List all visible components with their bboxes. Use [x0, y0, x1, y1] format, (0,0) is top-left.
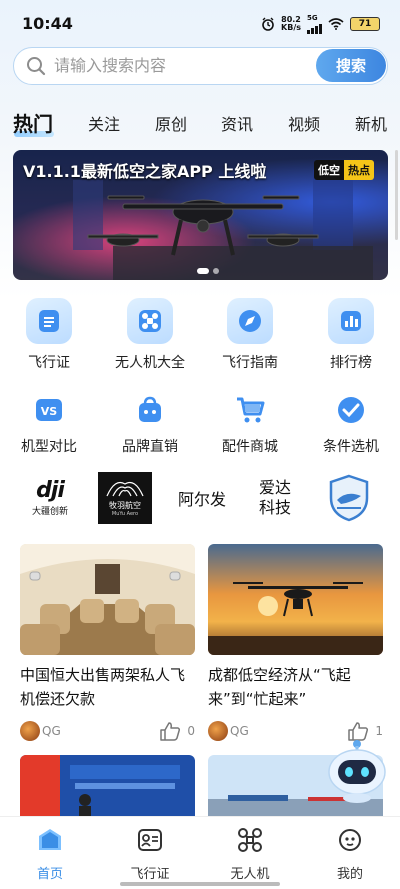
feature-label: 配件商城: [222, 439, 278, 455]
drone-nav-icon: [238, 828, 262, 852]
status-bar: 10:44 80.2 KB/s 5G 71: [0, 0, 400, 44]
status-time: 10:44: [22, 14, 73, 33]
category-tabs: 热门 关注 原创 资讯 视频 新机: [0, 108, 400, 138]
check-filter-icon: [333, 392, 369, 428]
article-card[interactable]: 成都低空经济从“飞起来”到“忙起来” QG 1: [208, 544, 383, 743]
brand-shield-logo[interactable]: [325, 472, 373, 524]
brand-muyu-logo[interactable]: 牧羽航空 MuYu Aero: [98, 472, 152, 524]
cell-signal: 5G: [307, 14, 322, 34]
nav-label: 首页: [36, 867, 63, 882]
feature-filter-select[interactable]: 条件选机: [306, 392, 396, 456]
article-card-partial[interactable]: [20, 755, 195, 817]
muyu-wing-icon: [106, 481, 144, 497]
net-speed-unit: KB/s: [281, 23, 301, 32]
search-input[interactable]: [54, 48, 314, 83]
ranking-icon: [328, 298, 374, 344]
search-bar[interactable]: 搜索: [13, 47, 388, 85]
svg-text:VS: VS: [41, 405, 58, 418]
article-card[interactable]: 中国恒大出售两架私人飞机偿还欠款 QG 0: [20, 544, 195, 743]
scrollbar[interactable]: [395, 150, 398, 240]
feature-label: 排行榜: [330, 355, 372, 371]
net-speed: 80.2 KB/s: [281, 16, 301, 32]
brand-bag-icon: [132, 392, 168, 428]
robot-icon: [328, 740, 386, 803]
profile-icon: [339, 829, 361, 851]
tab-hot[interactable]: 热门: [13, 108, 53, 137]
signal-icon: [307, 22, 322, 34]
tab-video[interactable]: 视频: [288, 111, 320, 135]
nav-label: 无人机: [230, 867, 270, 882]
search-icon: [27, 57, 46, 76]
muyu-cn-name: 牧羽航空: [109, 500, 141, 510]
feature-label: 机型对比: [21, 439, 77, 455]
article-image-jet-interior: [20, 544, 195, 655]
dji-wordmark: dji: [36, 477, 65, 503]
feature-label: 条件选机: [323, 439, 379, 455]
tab-news[interactable]: 资讯: [221, 111, 253, 135]
feature-flight-certificate[interactable]: 飞行证: [4, 298, 94, 372]
home-icon: [39, 829, 61, 850]
nav-label: 飞行证: [130, 867, 170, 882]
alarm-icon: [262, 17, 274, 31]
brand-aerfa[interactable]: 阿尔发: [172, 472, 232, 524]
home-indicator[interactable]: [120, 882, 280, 886]
feature-brand-store[interactable]: 品牌直销: [105, 392, 195, 456]
search-button[interactable]: 搜索: [316, 49, 386, 82]
nav-flight-certificate[interactable]: 飞行证: [110, 827, 190, 882]
brand-dji-logo[interactable]: dji 大疆创新: [20, 472, 80, 524]
like-count: 0: [187, 724, 195, 738]
feature-label: 无人机大全: [115, 355, 185, 371]
feature-label: 飞行证: [28, 355, 70, 371]
banner-title: V1.1.1最新低空之家APP 上线啦: [23, 162, 267, 181]
tab-follow[interactable]: 关注: [88, 111, 120, 135]
ai-assistant-button[interactable]: [326, 738, 388, 804]
banner-tag-right: 热点: [344, 160, 374, 180]
avatar[interactable]: [20, 721, 40, 741]
thumbs-up-icon[interactable]: [159, 721, 181, 741]
article-image-conference: [20, 755, 195, 817]
wifi-icon: [328, 18, 344, 30]
compass-icon: [227, 298, 273, 344]
feature-label: 品牌直销: [122, 439, 178, 455]
feature-accessory-mall[interactable]: 配件商城: [205, 392, 295, 456]
author-name[interactable]: QG: [230, 724, 249, 738]
status-indicators: 80.2 KB/s 5G 71: [261, 14, 380, 34]
shield-icon: [329, 474, 369, 522]
feature-label: 飞行指南: [222, 355, 278, 371]
author-name[interactable]: QG: [42, 724, 61, 738]
drone-icon: [127, 298, 173, 344]
feature-model-compare[interactable]: VS 机型对比: [4, 392, 94, 456]
carousel-dots: [197, 268, 219, 274]
article-title[interactable]: 成都低空经济从“飞起来”到“忙起来”: [208, 663, 383, 711]
nav-drone[interactable]: 无人机: [210, 827, 290, 882]
versus-icon: VS: [31, 392, 67, 428]
network-type: 5G: [307, 14, 318, 22]
cart-icon: [232, 392, 268, 428]
like-count: 1: [375, 724, 383, 738]
nav-home[interactable]: 首页: [10, 827, 90, 882]
nav-label: 我的: [336, 867, 363, 882]
tab-original[interactable]: 原创: [155, 111, 187, 135]
banner-hot-tag: 低空 热点: [314, 160, 374, 180]
muyu-en-name: MuYu Aero: [111, 510, 139, 517]
article-title[interactable]: 中国恒大出售两架私人飞机偿还欠款: [20, 663, 195, 711]
promo-banner[interactable]: V1.1.1最新低空之家APP 上线啦 低空 热点: [13, 150, 388, 280]
dji-cn-name: 大疆创新: [31, 506, 68, 517]
battery-indicator: 71: [350, 17, 380, 31]
brand-aida[interactable]: 爱达 科技: [250, 472, 300, 524]
id-card-icon: [138, 829, 162, 851]
banner-tag-left: 低空: [314, 160, 344, 180]
article-image-drone-sunset: [208, 544, 383, 655]
nav-profile[interactable]: 我的: [310, 827, 390, 882]
avatar[interactable]: [208, 721, 228, 741]
bottom-nav: 首页 飞行证 无人机 我的: [0, 816, 400, 889]
feature-ranking[interactable]: 排行榜: [306, 298, 396, 372]
tab-new-models[interactable]: 新机: [355, 111, 387, 135]
article-meta: QG 0: [20, 721, 195, 743]
feature-drone-catalog[interactable]: 无人机大全: [105, 298, 195, 372]
certificate-icon: [26, 298, 72, 344]
feature-flight-guide[interactable]: 飞行指南: [205, 298, 295, 372]
